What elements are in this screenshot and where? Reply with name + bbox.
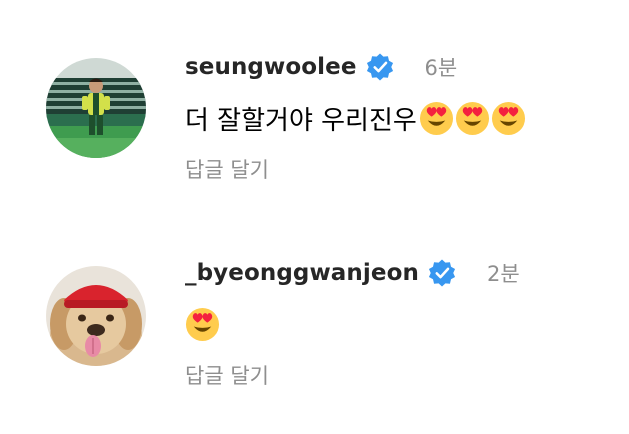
verified-badge-icon [427,258,457,288]
stadium-photo [46,58,146,158]
comment-time: 6분 [424,56,458,80]
comment-text: 더 잘할거야 우리진우 [185,105,417,136]
avatar[interactable] [46,58,146,158]
heart-eyes-emoji-icon [419,101,454,136]
dog-photo [46,266,146,366]
comment-time: 2분 [486,262,520,286]
heart-eyes-emoji-icon [455,101,490,136]
username[interactable]: _byeonggwanjeon [185,260,419,286]
reply-button[interactable]: 답글 달기 [185,154,269,184]
avatar[interactable] [46,266,146,366]
username[interactable]: seungwoolee [185,54,357,80]
verified-badge-icon [365,52,395,82]
heart-eyes-emoji-icon [491,101,526,136]
reply-button[interactable]: 답글 달기 [185,360,269,390]
heart-eyes-emoji-icon [185,307,220,342]
